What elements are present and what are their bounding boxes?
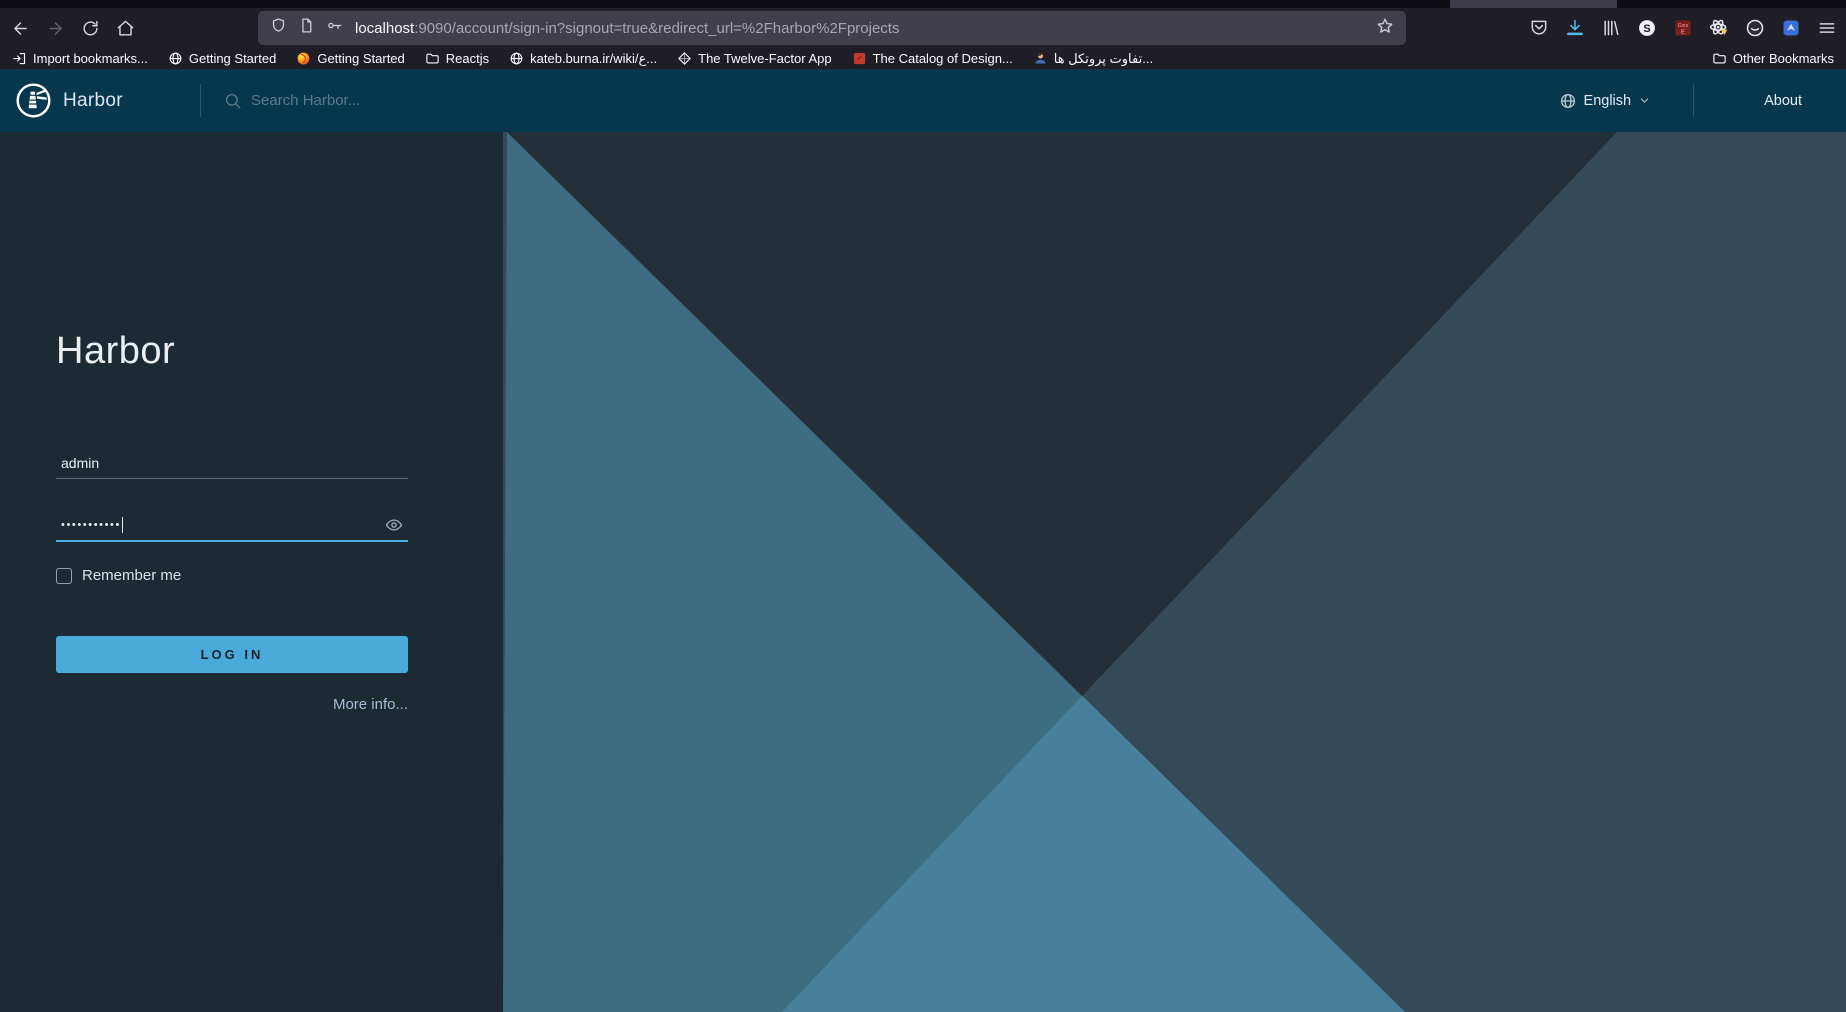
log-in-button[interactable]: LOG IN xyxy=(56,636,408,673)
globe-icon xyxy=(168,51,183,66)
extension-blue-icon[interactable] xyxy=(1780,17,1802,39)
bookmark-getting-started-1[interactable]: Getting Started xyxy=(168,51,276,66)
firefox-icon xyxy=(296,51,311,66)
bookmarks-bar: Import bookmarks... Getting Started Gett… xyxy=(0,48,1846,69)
menu-hamburger-icon[interactable] xyxy=(1816,17,1838,39)
forward-button[interactable] xyxy=(43,16,67,40)
tracking-shield-icon[interactable] xyxy=(270,17,287,39)
svg-text:S: S xyxy=(1643,23,1650,35)
diamond-icon xyxy=(677,51,692,66)
password-masked-value: ••••••••••• xyxy=(61,519,121,531)
active-tab-bottom[interactable] xyxy=(1450,0,1617,8)
browser-toolbar: localhost:9090/account/sign-in?signout=t… xyxy=(0,8,1846,48)
page-content: Harbor ••••••••••• Remember me LOG IN Mo… xyxy=(0,132,1846,1012)
folder-icon xyxy=(1712,51,1727,66)
login-key-icon[interactable] xyxy=(326,17,343,39)
person-icon xyxy=(1033,51,1048,66)
password-input[interactable]: ••••••••••• xyxy=(56,510,408,542)
remember-me-label: Remember me xyxy=(82,567,182,584)
bookmark-folder-reactjs[interactable]: Reactjs xyxy=(425,51,489,66)
extension-s-icon[interactable]: S xyxy=(1636,17,1658,39)
bookmark-import[interactable]: Import bookmarks... xyxy=(12,51,148,66)
login-panel: Harbor ••••••••••• Remember me LOG IN Mo… xyxy=(0,132,503,1012)
header-divider xyxy=(200,84,201,117)
extension-devtools-icon[interactable] xyxy=(1708,17,1730,39)
other-bookmarks[interactable]: Other Bookmarks xyxy=(1712,51,1834,66)
tab-strip xyxy=(0,0,1846,8)
search-icon xyxy=(224,92,242,110)
harbor-brand[interactable]: Harbor xyxy=(15,69,123,132)
extension-proxy-icon[interactable] xyxy=(1744,17,1766,39)
text-caret xyxy=(121,517,123,533)
background-art xyxy=(503,132,1846,1012)
globe-icon xyxy=(509,51,524,66)
bookmark-catalog-design[interactable]: The Catalog of Design... xyxy=(852,51,1013,66)
header-divider xyxy=(1693,84,1695,117)
language-selector[interactable]: English xyxy=(1559,92,1652,110)
folder-icon xyxy=(425,51,440,66)
harbor-logo-icon xyxy=(15,82,52,119)
downloads-icon[interactable] xyxy=(1564,17,1586,39)
url-bar[interactable]: localhost:9090/account/sign-in?signout=t… xyxy=(258,11,1406,45)
show-password-eye-icon[interactable] xyxy=(385,516,403,534)
chevron-down-icon xyxy=(1638,94,1651,107)
brand-name: Harbor xyxy=(63,89,123,111)
bookmark-persian-protocols[interactable]: تفاوت پروتکل ها... xyxy=(1033,51,1153,67)
import-icon xyxy=(12,51,27,66)
svg-text:Cors: Cors xyxy=(1678,23,1689,29)
harbor-header: Harbor English About xyxy=(0,69,1846,132)
bookmark-getting-started-2[interactable]: Getting Started xyxy=(296,51,405,66)
bookmark-star-icon[interactable] xyxy=(1376,17,1394,40)
about-link[interactable]: About xyxy=(1764,93,1802,109)
red-site-icon xyxy=(852,51,867,66)
page-title: Harbor xyxy=(56,330,176,372)
globe-icon xyxy=(1559,92,1577,110)
bookmark-kateb-wiki[interactable]: kateb.burna.ir/wiki/ع... xyxy=(509,51,657,67)
back-button[interactable] xyxy=(8,16,32,40)
url-text: localhost:9090/account/sign-in?signout=t… xyxy=(355,19,900,37)
browser-chrome: localhost:9090/account/sign-in?signout=t… xyxy=(0,0,1846,69)
more-info-link[interactable]: More info... xyxy=(56,696,408,713)
page-info-icon[interactable] xyxy=(298,17,315,39)
extension-cors-icon[interactable]: Cors E xyxy=(1672,17,1694,39)
library-icon[interactable] xyxy=(1600,17,1622,39)
reload-button[interactable] xyxy=(78,16,102,40)
pocket-icon[interactable] xyxy=(1528,17,1550,39)
svg-text:E: E xyxy=(1681,29,1685,35)
username-input[interactable] xyxy=(56,448,408,479)
remember-me-checkbox[interactable] xyxy=(56,567,72,584)
home-button[interactable] xyxy=(113,16,137,40)
bookmark-twelve-factor[interactable]: The Twelve-Factor App xyxy=(677,51,832,66)
search-input[interactable] xyxy=(249,91,549,110)
background-triangles xyxy=(503,132,1846,1012)
